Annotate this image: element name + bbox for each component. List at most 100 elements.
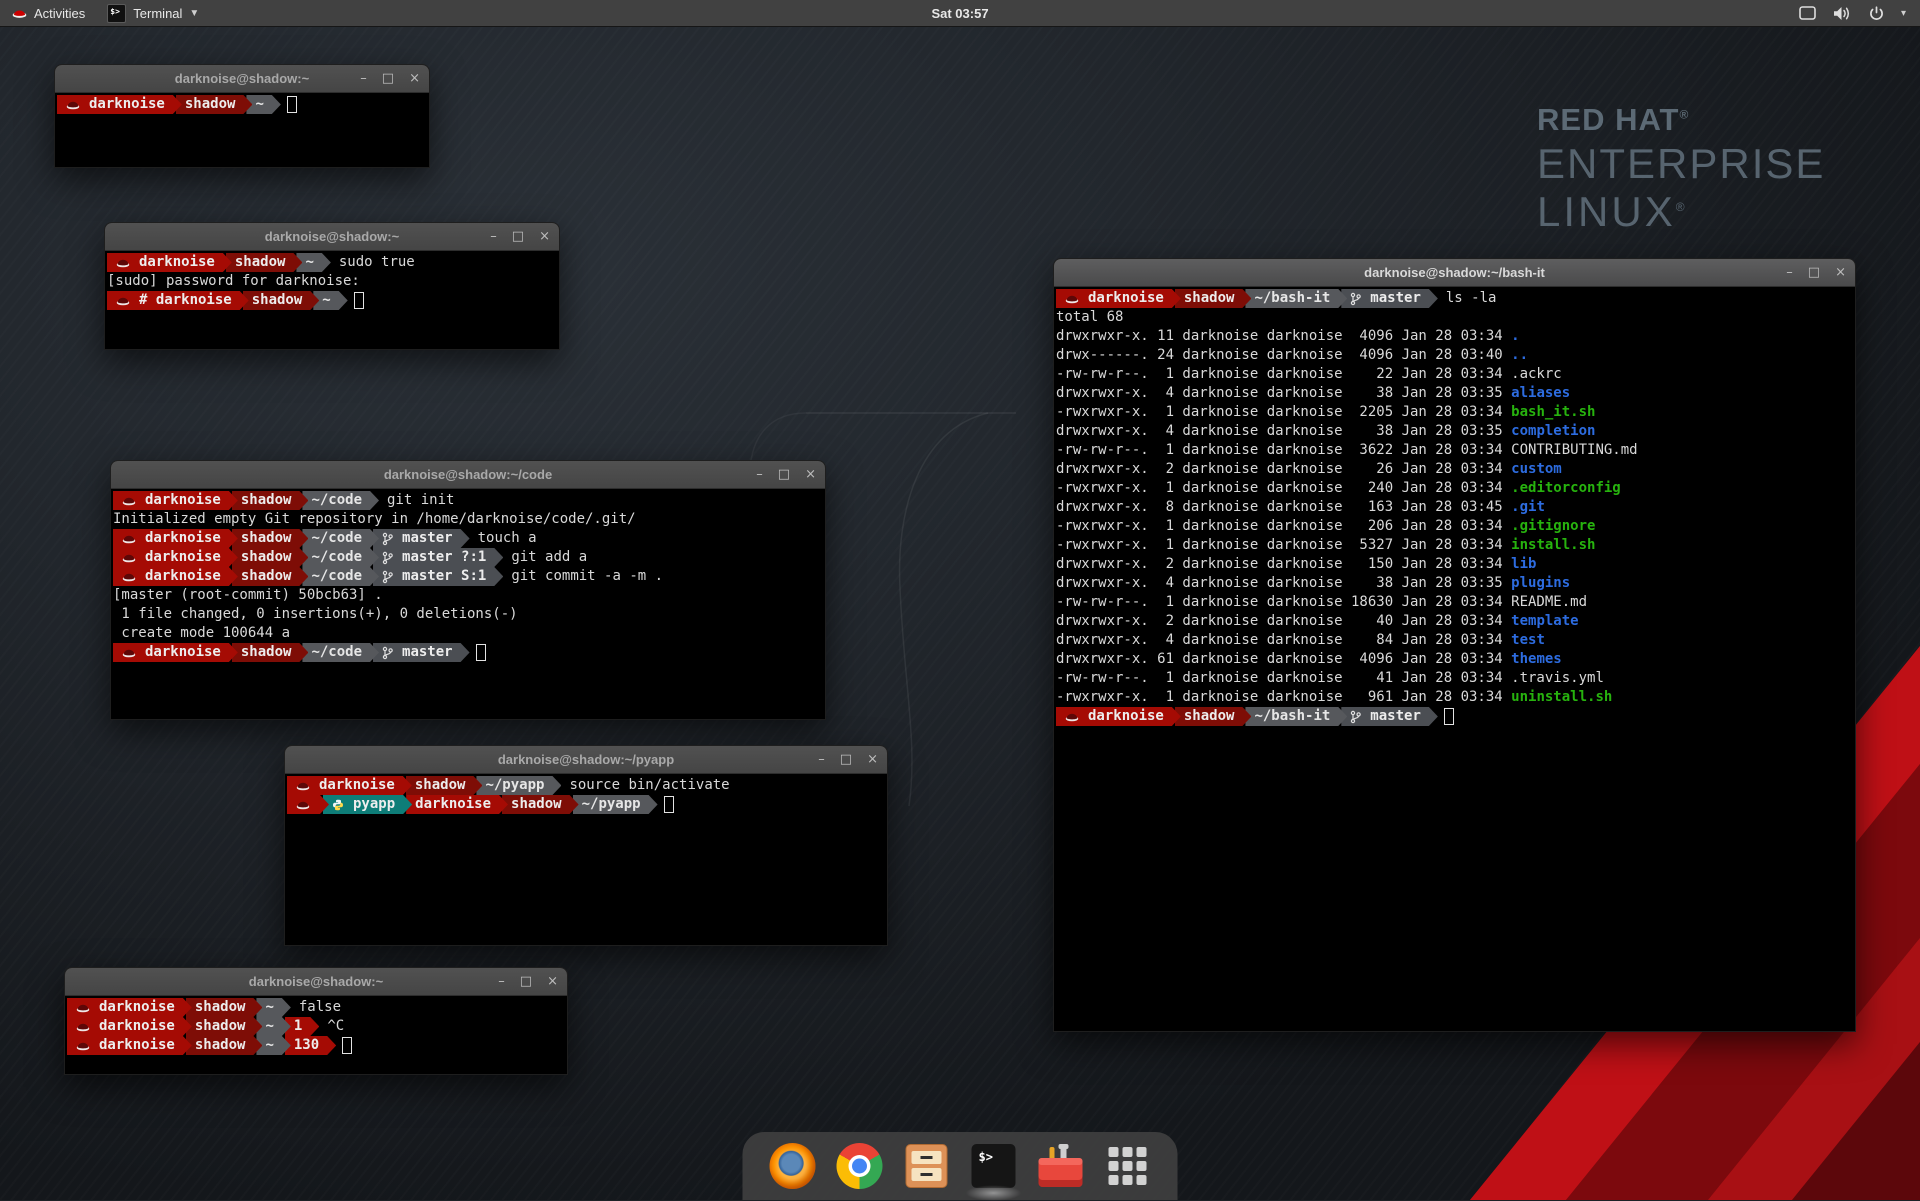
terminal-text: drwx------. 24 darknoise darknoise 4096 … (1056, 346, 1511, 365)
terminal-line: darknoiseshadow~/codemaster (113, 643, 825, 662)
terminal-window[interactable]: darknoise@shadow:~ – □ × darknoiseshadow… (64, 967, 568, 1075)
minimize-button[interactable]: – (756, 468, 763, 481)
maximize-button[interactable]: □ (382, 72, 394, 85)
minimize-button[interactable]: – (360, 72, 367, 85)
terminal-text: drwxrwxr-x. 2 darknoise darknoise 40 Jan… (1056, 612, 1511, 631)
prompt-segment-git: master (1341, 707, 1438, 726)
redhat-icon (116, 257, 130, 268)
terminal-text: git init (387, 491, 454, 510)
dock-item-toolbox[interactable] (1037, 1142, 1085, 1190)
terminal-line: darknoiseshadow~sudo true (107, 253, 559, 272)
dock-item-chrome[interactable] (836, 1142, 884, 1190)
terminal-content[interactable]: darknoiseshadow~/bash-itmasterls -latota… (1054, 287, 1855, 1031)
minimize-button[interactable]: – (1786, 266, 1793, 279)
brand-line-3: LINUX® (1537, 191, 1825, 233)
rhel-branding: RED HAT® ENTERPRISE LINUX® (1537, 104, 1825, 233)
terminal-line: darknoiseshadow~/codemastertouch a (113, 529, 825, 548)
terminal-cursor (476, 644, 486, 661)
prompt-segment-host: shadow (232, 548, 309, 567)
maximize-button[interactable]: □ (1808, 266, 1820, 279)
terminal-window[interactable]: darknoise@shadow:~/pyapp – □ × darknoise… (284, 745, 888, 946)
terminal-text: bash_it.sh (1511, 403, 1595, 422)
terminal-line: create mode 100644 a (113, 624, 825, 643)
window-titlebar[interactable]: darknoise@shadow:~/bash-it – □ × (1054, 259, 1855, 287)
app-menu-terminal[interactable]: $> Terminal ▼ (97, 0, 209, 26)
prompt-segment-user: # darknoise (107, 291, 249, 310)
prompt-segment-git: master (373, 643, 470, 662)
prompt-segment-user: darknoise (57, 95, 182, 114)
prompt-segment-host: shadow (186, 1017, 263, 1036)
terminal-content[interactable]: darknoiseshadow~/pyappsource bin/activat… (285, 774, 887, 945)
window-titlebar[interactable]: darknoise@shadow:~/code – □ × (111, 461, 825, 489)
window-titlebar[interactable]: darknoise@shadow:~ – □ × (55, 65, 429, 93)
terminal-text: drwxrwxr-x. 2 darknoise darknoise 26 Jan… (1056, 460, 1511, 479)
prompt-segment-user: darknoise (67, 1017, 192, 1036)
dock-item-terminal[interactable]: $> (970, 1142, 1018, 1190)
screen-icon[interactable] (1799, 6, 1816, 20)
redhat-icon (1065, 711, 1079, 722)
terminal-line: drwxrwxr-x. 4 darknoise darknoise 38 Jan… (1056, 574, 1855, 593)
terminal-cursor (1444, 708, 1454, 725)
prompt-segment-host: shadow (186, 998, 263, 1017)
close-button[interactable]: × (409, 72, 420, 85)
terminal-text: drwxrwxr-x. 4 darknoise darknoise 38 Jan… (1056, 384, 1511, 403)
power-icon[interactable] (1869, 6, 1884, 21)
terminal-window[interactable]: darknoise@shadow:~ – □ × darknoiseshadow… (54, 64, 430, 168)
close-button[interactable]: × (805, 468, 816, 481)
close-button[interactable]: × (547, 975, 558, 988)
terminal-text: custom (1511, 460, 1562, 479)
terminal-content[interactable]: darknoiseshadow~/codegit initInitialized… (111, 489, 825, 719)
minimize-button[interactable]: – (490, 230, 497, 243)
prompt-segment-path: ~/code (302, 567, 379, 586)
app-menu-label: Terminal (133, 6, 182, 21)
terminal-line: [master (root-commit) 50bcb63] . (113, 586, 825, 605)
terminal-text: git add a (511, 548, 587, 567)
prompt-segment-user: darknoise (67, 1036, 192, 1055)
clock[interactable]: Sat 03:57 (931, 6, 988, 21)
terminal-text: drwxrwxr-x. 4 darknoise darknoise 84 Jan… (1056, 631, 1511, 650)
prompt-segment-host: shadow (232, 529, 309, 548)
file-manager-icon (906, 1144, 948, 1188)
activities-button[interactable]: Activities (0, 0, 97, 26)
dock-item-files[interactable] (903, 1142, 951, 1190)
prompt-segment-git: master (373, 529, 470, 548)
terminal-text: -rw-rw-r--. 1 darknoise darknoise 18630 … (1056, 593, 1587, 612)
terminal-window[interactable]: darknoise@shadow:~/code – □ × darknoises… (110, 460, 826, 720)
terminal-line: darknoiseshadow~130 (67, 1036, 567, 1055)
git-branch-icon (1350, 710, 1361, 724)
terminal-line: -rwxrwxr-x. 1 darknoise darknoise 961 Ja… (1056, 688, 1855, 707)
minimize-button[interactable]: – (818, 753, 825, 766)
terminal-content[interactable]: darknoiseshadow~sudo true[sudo] password… (105, 251, 559, 349)
maximize-button[interactable]: □ (512, 230, 524, 243)
terminal-content[interactable]: darknoiseshadow~falsedarknoiseshadow~1^C… (65, 996, 567, 1074)
dock-item-firefox[interactable] (769, 1142, 817, 1190)
terminal-content[interactable]: darknoiseshadow~ (55, 93, 429, 167)
system-tray: ▾ (1799, 0, 1920, 26)
volume-icon[interactable] (1833, 6, 1852, 21)
window-title: darknoise@shadow:~ (265, 229, 399, 244)
redhat-logo-icon (12, 7, 27, 19)
terminal-text: source bin/activate (569, 776, 729, 795)
terminal-text: -rwxrwxr-x. 1 darknoise darknoise 240 Ja… (1056, 479, 1511, 498)
terminal-line: drwxrwxr-x. 4 darknoise darknoise 38 Jan… (1056, 384, 1855, 403)
chevron-down-icon[interactable]: ▾ (1901, 8, 1906, 19)
maximize-button[interactable]: □ (520, 975, 532, 988)
redhat-icon (122, 571, 136, 582)
git-branch-icon (382, 646, 393, 660)
terminal-window[interactable]: darknoise@shadow:~/bash-it – □ × darknoi… (1053, 258, 1856, 1032)
maximize-button[interactable]: □ (778, 468, 790, 481)
window-titlebar[interactable]: darknoise@shadow:~/pyapp – □ × (285, 746, 887, 774)
maximize-button[interactable]: □ (840, 753, 852, 766)
minimize-button[interactable]: – (498, 975, 505, 988)
close-button[interactable]: × (1835, 266, 1846, 279)
terminal-line: darknoiseshadow~/codemaster S:1git commi… (113, 567, 825, 586)
window-titlebar[interactable]: darknoise@shadow:~ – □ × (105, 223, 559, 251)
terminal-window[interactable]: darknoise@shadow:~ – □ × darknoiseshadow… (104, 222, 560, 350)
dock-item-app-grid[interactable] (1104, 1142, 1152, 1190)
window-titlebar[interactable]: darknoise@shadow:~ – □ × (65, 968, 567, 996)
close-button[interactable]: × (539, 230, 550, 243)
terminal-text: aliases (1511, 384, 1570, 403)
prompt-segment-user: darknoise (1056, 707, 1181, 726)
close-button[interactable]: × (867, 753, 878, 766)
terminal-line: -rwxrwxr-x. 1 darknoise darknoise 240 Ja… (1056, 479, 1855, 498)
